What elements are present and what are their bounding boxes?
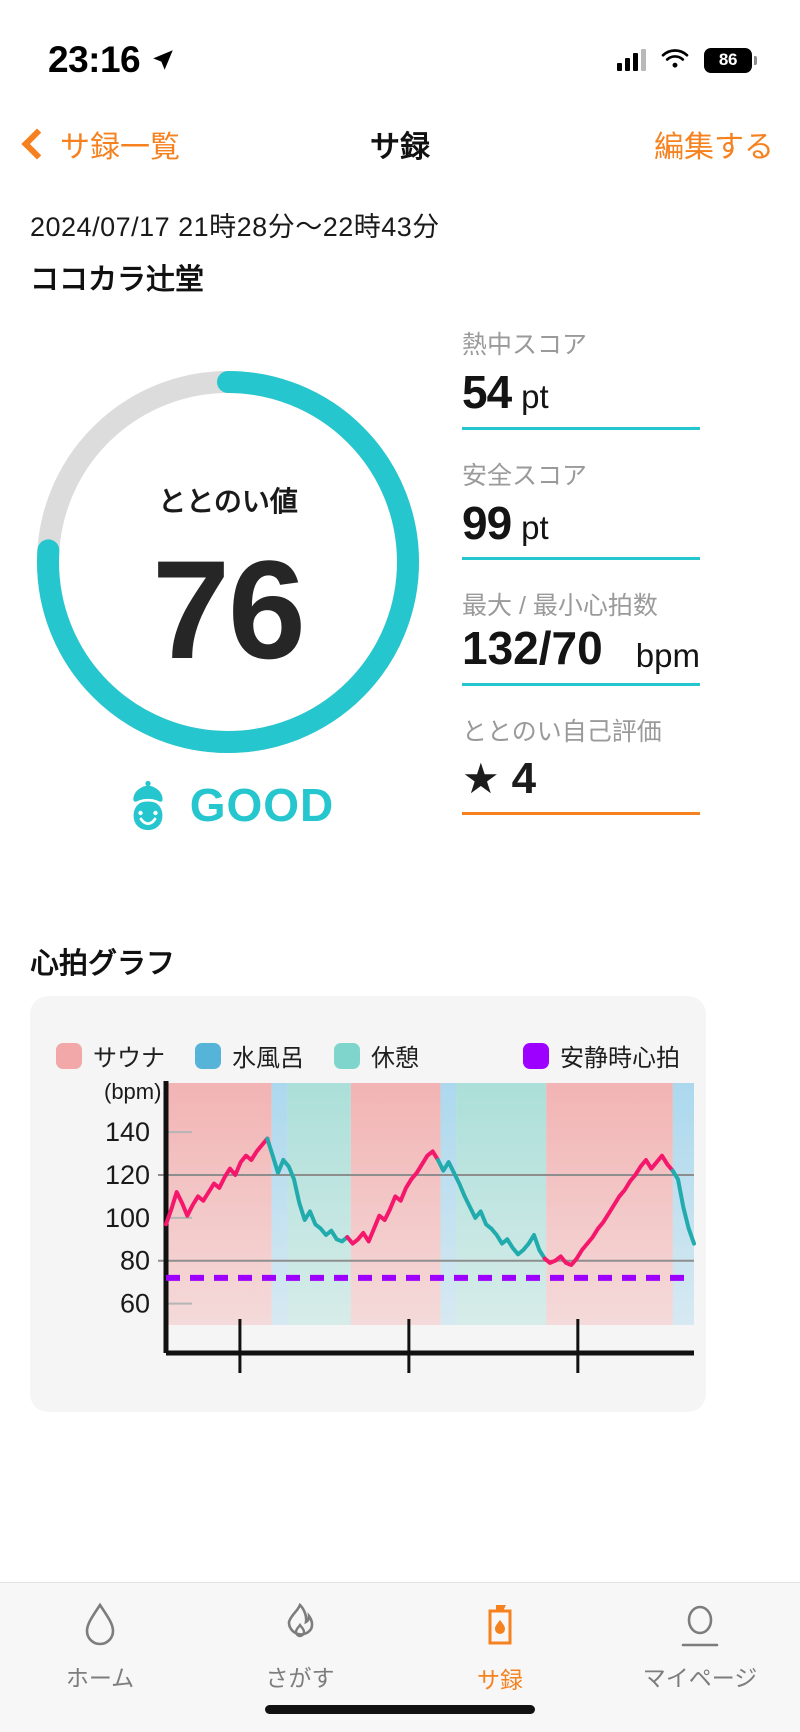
- star-icon: ★: [462, 754, 500, 802]
- stat-value: 4: [511, 753, 537, 803]
- verdict-text: GOOD: [189, 779, 335, 831]
- sauna-hat-face-icon: [132, 781, 164, 830]
- cellular-signal-icon: [617, 49, 646, 71]
- battery-icon: 86: [704, 47, 757, 73]
- gauge-value: 76: [152, 531, 306, 688]
- navigation-bar: サ録一覧 サ録 編集する: [0, 104, 800, 184]
- legend-item-sauna: サウナ: [56, 1038, 165, 1073]
- battery-level: 86: [718, 50, 738, 69]
- legend-swatch: [195, 1042, 221, 1069]
- chart-legend: サウナ 水風呂 休憩 安静時心拍: [30, 996, 706, 1073]
- tab-label: さがす: [265, 1665, 335, 1691]
- legend-item-rest: 休憩: [334, 1038, 419, 1073]
- tab-home[interactable]: ホーム: [0, 1601, 200, 1693]
- legend-label: 水風呂: [232, 1045, 304, 1072]
- session-info: 2024/07/17 21時28分〜22時43分 ココカラ辻堂: [30, 205, 440, 298]
- legend-item-resting-hr: 安静時心拍: [523, 1038, 680, 1073]
- app-screen: 23:16 86 サ録一覧 サ録 編集する 2024/07/17 21時28分〜…: [0, 0, 800, 1732]
- status-time: 23:16: [48, 39, 141, 80]
- status-bar: 23:16 86: [0, 0, 800, 96]
- stat-label: 熱中スコア: [462, 331, 588, 359]
- tab-label: サ録: [477, 1667, 523, 1693]
- heartrate-chart-card: サウナ 水風呂 休憩 安静時心拍 (bpm) 60 80 100 120 140: [30, 996, 706, 1412]
- status-bar-right: 86: [617, 47, 757, 73]
- location-arrow-icon: [153, 50, 173, 70]
- stat-label: ととのい自己評価: [462, 717, 662, 746]
- stat-max-min-heartrate: 最大 / 最小心拍数 132/70 bpm: [462, 586, 700, 686]
- legend-label: 休憩: [371, 1045, 419, 1072]
- legend-swatch: [56, 1042, 82, 1069]
- stat-heat-score: 熱中スコア 54 pt: [462, 325, 700, 430]
- flame-icon: [287, 1602, 314, 1638]
- verdict-badge: GOOD: [28, 778, 428, 832]
- stat-unit: pt: [521, 378, 549, 415]
- back-button-label: サ録一覧: [60, 131, 180, 164]
- heartrate-plot: 60 80 100 120 140: [105, 1081, 696, 1373]
- svg-text:60: 60: [120, 1289, 150, 1319]
- svg-text:140: 140: [105, 1117, 150, 1147]
- svg-text:100: 100: [105, 1203, 150, 1233]
- stat-underline: [462, 811, 700, 815]
- tab-mypage[interactable]: マイページ: [600, 1601, 800, 1693]
- status-bar-left: 23:16: [48, 39, 176, 81]
- tab-label: ホーム: [65, 1665, 135, 1691]
- legend-swatch: [523, 1042, 549, 1069]
- stat-underline: [462, 426, 700, 430]
- legend-swatch: [334, 1042, 360, 1069]
- stat-value: 54: [462, 366, 512, 418]
- stat-value: 99: [462, 496, 512, 549]
- totonoi-gauge: ととのい値 76: [28, 362, 428, 762]
- stat-label: 最大 / 最小心拍数: [462, 592, 658, 621]
- stat-value: 132/70: [462, 622, 603, 675]
- water-drop-icon: [85, 1602, 115, 1646]
- session-place: ココカラ辻堂: [30, 264, 205, 296]
- chart-plot-area: (bpm) 60 80 100 120 140: [30, 1073, 706, 1373]
- tab-label: マイページ: [642, 1665, 758, 1691]
- stat-unit: pt: [521, 508, 549, 546]
- back-button[interactable]: サ録一覧: [21, 122, 180, 166]
- session-datetime: 2024/07/17 21時28分〜22時43分: [30, 212, 440, 242]
- tab-record[interactable]: サ録: [400, 1601, 600, 1695]
- chevron-left-icon: [21, 128, 53, 160]
- stat-underline: [462, 557, 700, 561]
- home-indicator: [265, 1705, 535, 1714]
- svg-text:120: 120: [105, 1160, 150, 1190]
- stat-label: 安全スコア: [462, 461, 588, 490]
- person-icon: [681, 1605, 719, 1647]
- stat-unit: bpm: [635, 636, 700, 674]
- tab-search[interactable]: さがす: [200, 1601, 400, 1693]
- stat-self-rating: ととのい自己評価 ★ 4: [462, 712, 700, 815]
- legend-item-coldbath: 水風呂: [195, 1038, 304, 1073]
- stat-safety-score: 安全スコア 99 pt: [462, 456, 700, 561]
- chart-section-title: 心拍グラフ: [30, 948, 176, 980]
- stats-panel: 熱中スコア 54 pt 安全スコア 99 pt 最大 / 最小心拍数 132/7…: [462, 325, 700, 841]
- gauge-label: ととのい値: [158, 486, 298, 517]
- wifi-icon: [661, 49, 689, 68]
- stat-underline: [462, 682, 700, 686]
- legend-label: サウナ: [93, 1045, 165, 1072]
- edit-button[interactable]: 編集する: [654, 122, 774, 166]
- record-card-icon: [488, 1605, 512, 1645]
- legend-label: 安静時心拍: [560, 1045, 680, 1072]
- svg-text:80: 80: [120, 1246, 150, 1276]
